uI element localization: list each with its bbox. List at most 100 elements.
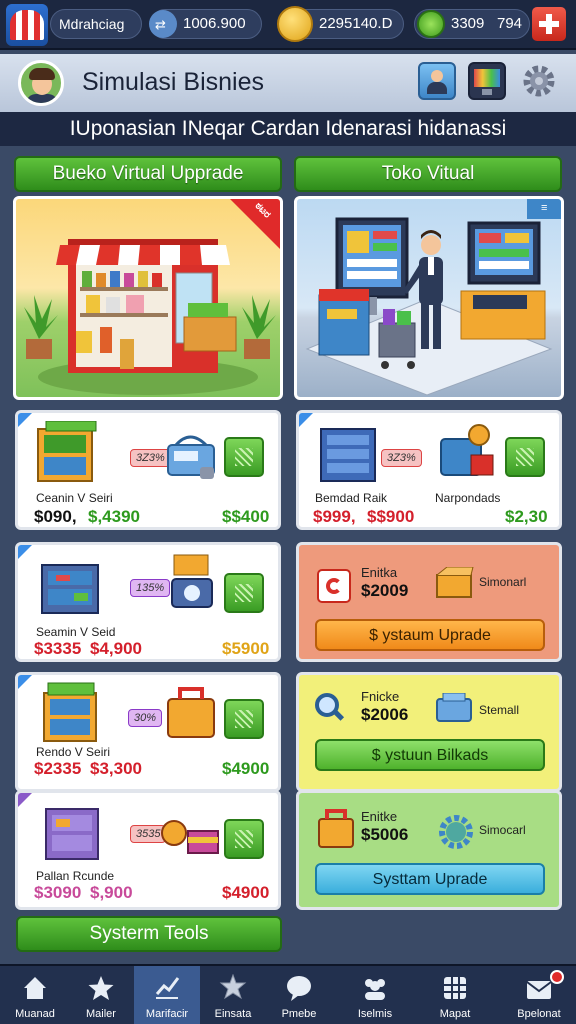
item-label: Rendo V Seiri (36, 745, 111, 759)
nav-item-pmebe[interactable]: Pmebe (266, 966, 332, 1024)
svg-text:⇄: ⇄ (155, 18, 166, 33)
currency-3-value-a: 3309 (451, 15, 485, 32)
game-logo[interactable] (6, 4, 48, 46)
item-price: $5006 (361, 825, 409, 844)
nav-item-bpelonat[interactable]: Bpelonat (506, 966, 572, 1024)
avatar[interactable] (18, 60, 64, 106)
nav-item-home[interactable]: Muanad (2, 966, 68, 1024)
shop-card-4[interactable]: Enitke $5006 Simocarl Systtam Uprade (296, 790, 562, 910)
bottom-nav: Muanad Mailer Marifacir Einsata Pmebe Is… (0, 964, 576, 1024)
mail-icon (525, 974, 553, 1002)
header: Simulasi Bisnies (0, 54, 576, 112)
shop-card-1[interactable]: 3Z3% Bemdad Raik Narpondads $999, $$900 … (296, 410, 562, 530)
item-label: Pallan Rcunde (36, 869, 115, 883)
display-shelf-icon (43, 682, 97, 742)
grid-icon (441, 974, 469, 1002)
storage-cabinet-icon (41, 564, 99, 614)
cash-register-icon (167, 435, 215, 479)
page-title: Simulasi Bisnies (82, 68, 265, 96)
gold-coin-icon (277, 6, 313, 42)
plus-icon[interactable] (532, 7, 566, 41)
shopping-bag-icon (318, 809, 354, 848)
gear-icon[interactable] (520, 62, 558, 100)
confirm-purchase-button[interactable] (224, 573, 264, 613)
people-icon (361, 974, 389, 1002)
player-name-pill[interactable]: Mdrahciag (50, 9, 142, 39)
price-b: $,900 (90, 883, 133, 902)
nav-item-mapat[interactable]: Mapat (422, 966, 488, 1024)
nav-item-iselmis[interactable]: Iselmis (342, 966, 408, 1024)
briefcase-icon (167, 687, 215, 738)
home-icon (21, 974, 49, 1002)
tab-office-upgrade[interactable]: Bueko Virtual Upprade (14, 156, 282, 192)
tab-virtual-shop[interactable]: Toko Vitual (294, 156, 562, 192)
top-resource-bar: Mdrahciag ⇄ 1006.900 2295140.D 3309 794 (0, 0, 576, 50)
chart-icon (153, 974, 181, 1002)
currency-pill-3[interactable]: 3309 794 (414, 9, 530, 39)
chat-bubble-icon (285, 974, 313, 1002)
confirm-purchase-button[interactable] (224, 437, 264, 477)
nav-item-einsata[interactable]: Einsata (200, 966, 266, 1024)
price-b: $4,900 (90, 639, 142, 658)
shop-scene[interactable]: ಠಟರ (13, 196, 283, 400)
upgrade-card-2[interactable]: 135% Seamin V Seid $3335 $4,900 $5900 (15, 542, 281, 662)
item-title: Fnicke (361, 689, 400, 704)
upgrade-card-3[interactable]: 30% Rendo V Seiri $2335 $3,300 $4900 (15, 672, 281, 792)
discount-badge: 30% (128, 709, 163, 727)
shop-card-3[interactable]: Fnicke $2006 Stemall $ ystuun Bilkads (296, 672, 562, 792)
coin-stack-icon: ⇄ (149, 10, 177, 38)
item-side-label: Simocarl (479, 823, 526, 837)
confirm-purchase-button[interactable] (224, 699, 264, 739)
currency-1-value: 1006.900 (183, 15, 246, 32)
item-label: Seamin V Seid (36, 625, 116, 639)
item-title: Enitke (361, 809, 398, 824)
price-b: $$900 (367, 507, 415, 526)
currency-pill-2[interactable]: 2295140.D (277, 6, 404, 42)
coin-box-icon (161, 820, 219, 854)
confirm-purchase-button[interactable] (505, 437, 545, 477)
info-banner: IUponasian INeqar Cardan Idenarasi hidan… (0, 112, 576, 146)
upgrade-button[interactable]: Systtam Uprade (315, 863, 545, 895)
gear-badge-icon (439, 815, 473, 849)
monitor-icon[interactable] (468, 62, 506, 100)
upgrade-card-4[interactable]: 3535 Pallan Rcunde $3090 $,900 $4900 (15, 790, 281, 910)
item-price: $2009 (361, 581, 409, 600)
item-label: Bemdad Raik (315, 491, 388, 505)
price-a: $2335 (34, 759, 82, 778)
upgrade-button[interactable]: $ ystaum Uprade (315, 619, 545, 651)
search-icon (313, 691, 347, 725)
price-a: $3090 (34, 883, 82, 902)
profile-card-icon[interactable] (418, 62, 456, 100)
virtual-shop-illustration (305, 199, 561, 396)
currency-pill-1[interactable]: ⇄ 1006.900 (149, 9, 262, 39)
currency-2-value: 2295140.D (319, 15, 393, 32)
badge-star-icon (219, 973, 247, 1002)
confirm-purchase-button[interactable] (224, 819, 264, 859)
item-title: Enitka (361, 565, 398, 580)
star-icon (87, 974, 115, 1002)
item-side-label: Stemall (479, 703, 520, 717)
price-a: $999, (313, 507, 356, 526)
item-label-secondary: Narpondads (435, 491, 501, 505)
server-rack-icon (320, 428, 376, 482)
price-c: $$400 (222, 507, 270, 526)
upgrade-card-1[interactable]: 3Z3% Ceanin V Seiri $090, $,4390 $$400 (15, 410, 281, 530)
shop-card-2[interactable]: Enitka $2009 Simonarl $ ystaum Uprade (296, 542, 562, 662)
upgrade-button[interactable]: $ ystuun Bilkads (315, 739, 545, 771)
price-a: $090, (34, 507, 77, 526)
price-c: $4900 (222, 759, 270, 778)
item-price: $2006 (361, 705, 409, 724)
price-c: $5900 (222, 639, 270, 658)
green-dollar-coin-icon (417, 10, 445, 38)
discount-badge: 3Z3% (381, 449, 422, 467)
price-c: $2,30 (505, 507, 548, 526)
tool-kit-icon (440, 424, 494, 476)
nav-item-marifacir[interactable]: Marifacir (134, 966, 200, 1024)
nav-item-mailer[interactable]: Mailer (68, 966, 134, 1024)
price-a: $3335 (34, 639, 82, 658)
shop-illustration (24, 199, 280, 395)
virtual-shop-scene[interactable]: ≡ (294, 196, 564, 400)
sale-tag: ≡ (541, 202, 548, 214)
system-tools-button[interactable]: Systerm Teols (16, 916, 282, 952)
currency-3-value-b: 794 (497, 15, 523, 32)
